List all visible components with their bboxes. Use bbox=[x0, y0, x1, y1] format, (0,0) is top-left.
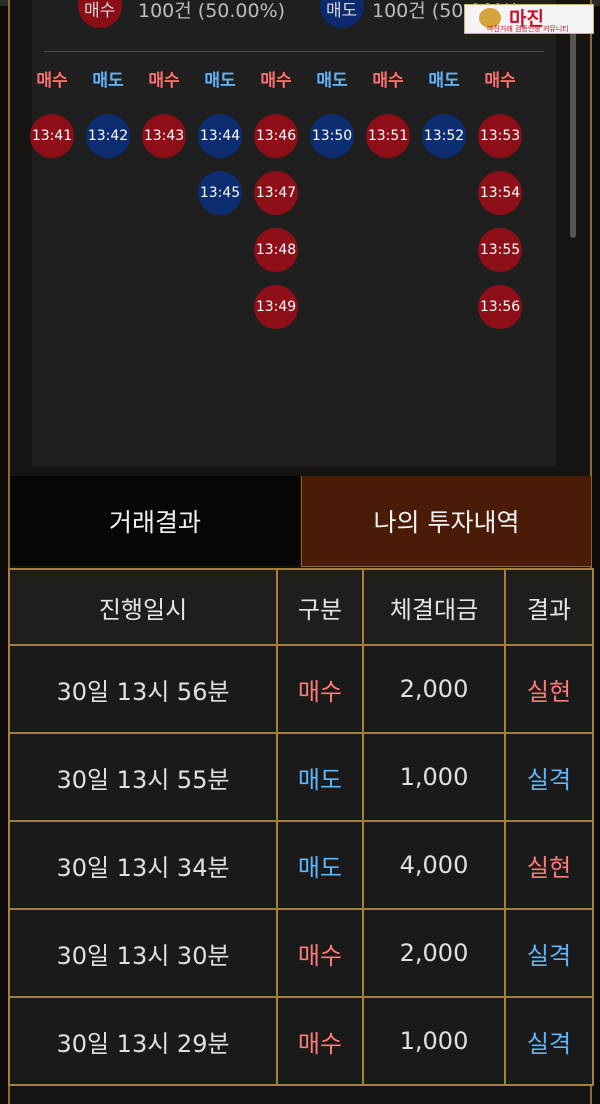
row-side: 매도 bbox=[276, 820, 364, 910]
buy-marker: 13:54 bbox=[478, 171, 522, 215]
row-result: 실격 bbox=[504, 908, 594, 998]
table-row: 30일 13시 29분 매수 1,000 실격 bbox=[8, 996, 594, 1086]
sell-marker: 13:50 bbox=[310, 114, 354, 158]
row-amount: 1,000 bbox=[362, 996, 506, 1086]
tab-my-investment-history[interactable]: 나의 투자내역 bbox=[301, 476, 591, 567]
chart-scrollbar[interactable] bbox=[570, 10, 576, 238]
pattern-column-header: 매수 bbox=[36, 71, 68, 91]
header-amount: 체결대금 bbox=[362, 568, 506, 646]
trade-pattern-chart: 매수 100건 (50.00%) 매도 100건 (50.00%) 매수 13:4… bbox=[30, 0, 576, 466]
sell-marker: 13:45 bbox=[198, 171, 242, 215]
pattern-column-header: 매수 bbox=[372, 71, 404, 91]
buy-marker: 13:41 bbox=[30, 114, 74, 158]
buy-marker: 13:47 bbox=[254, 171, 298, 215]
buy-marker: 13:55 bbox=[478, 228, 522, 272]
row-side: 매수 bbox=[276, 908, 364, 998]
row-amount: 2,000 bbox=[362, 908, 506, 998]
row-side: 매수 bbox=[276, 644, 364, 734]
sell-marker: 13:44 bbox=[198, 114, 242, 158]
row-amount: 4,000 bbox=[362, 820, 506, 910]
summary-buy-text: 100건 (50.00%) bbox=[138, 0, 286, 22]
table-header-row: 진행일시 구분 체결대금 결과 bbox=[8, 568, 594, 646]
tab-trade-results[interactable]: 거래결과 bbox=[10, 476, 300, 566]
buy-marker: 13:48 bbox=[254, 228, 298, 272]
row-result: 실격 bbox=[504, 732, 594, 822]
logo-tagline: 마진거래 검증인증 커뮤니티 bbox=[487, 25, 569, 33]
sell-marker: 13:52 bbox=[422, 114, 466, 158]
header-datetime: 진행일시 bbox=[8, 568, 278, 646]
table-row: 30일 13시 34분 매도 4,000 실현 bbox=[8, 820, 594, 910]
row-side: 매도 bbox=[276, 732, 364, 822]
divider bbox=[44, 51, 544, 52]
header-result: 결과 bbox=[504, 568, 594, 646]
pattern-column-header: 매도 bbox=[428, 71, 460, 91]
row-result: 실현 bbox=[504, 820, 594, 910]
site-logo: 마진 마진거래 검증인증 커뮤니티 bbox=[464, 4, 594, 34]
row-datetime: 30일 13시 55분 bbox=[8, 732, 278, 822]
row-datetime: 30일 13시 29분 bbox=[8, 996, 278, 1086]
summary-buy-label: 매수 bbox=[84, 1, 116, 21]
summary-sell-label: 매도 bbox=[326, 1, 358, 21]
sell-marker: 13:42 bbox=[86, 114, 130, 158]
buy-marker: 13:56 bbox=[478, 285, 522, 329]
investment-history-table: 진행일시 구분 체결대금 결과 30일 13시 56분 매수 2,000 실현 30일 … bbox=[8, 568, 594, 1086]
row-datetime: 30일 13시 34분 bbox=[8, 820, 278, 910]
row-side: 매수 bbox=[276, 996, 364, 1086]
row-datetime: 30일 13시 30분 bbox=[8, 908, 278, 998]
buy-marker: 13:43 bbox=[142, 114, 186, 158]
table-body: 30일 13시 56분 매수 2,000 실현 30일 13시 55분 매도 1,000 실격… bbox=[8, 644, 594, 1086]
pattern-column-header: 매수 bbox=[260, 71, 292, 91]
pattern-column-header: 매도 bbox=[92, 71, 124, 91]
buy-marker: 13:46 bbox=[254, 114, 298, 158]
buy-marker: 13:49 bbox=[254, 285, 298, 329]
pattern-column-header: 매수 bbox=[148, 71, 180, 91]
row-datetime: 30일 13시 56분 bbox=[8, 644, 278, 734]
header-side: 구분 bbox=[276, 568, 364, 646]
row-result: 실현 bbox=[504, 644, 594, 734]
pattern-column-header: 매수 bbox=[484, 71, 516, 91]
pattern-column-header: 매도 bbox=[204, 71, 236, 91]
pattern-column-header: 매도 bbox=[316, 71, 348, 91]
table-row: 30일 13시 56분 매수 2,000 실현 bbox=[8, 644, 594, 734]
buy-marker: 13:53 bbox=[478, 114, 522, 158]
table-row: 30일 13시 55분 매도 1,000 실격 bbox=[8, 732, 594, 822]
table-row: 30일 13시 30분 매수 2,000 실격 bbox=[8, 908, 594, 998]
row-amount: 1,000 bbox=[362, 732, 506, 822]
row-result: 실격 bbox=[504, 996, 594, 1086]
row-amount: 2,000 bbox=[362, 644, 506, 734]
buy-marker: 13:51 bbox=[366, 114, 410, 158]
